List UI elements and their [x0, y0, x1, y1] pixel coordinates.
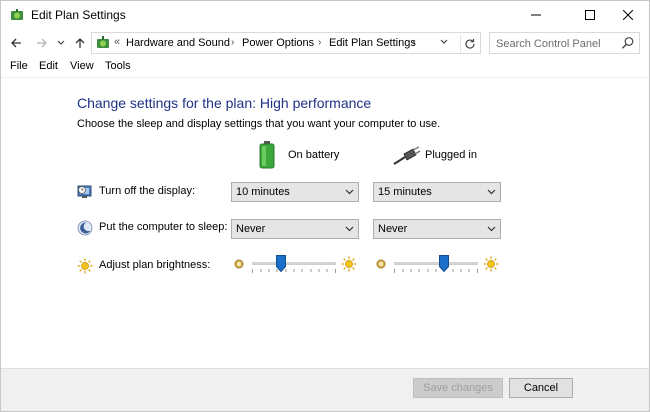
menu-tools[interactable]: Tools — [105, 60, 131, 72]
search-icon[interactable] — [621, 36, 635, 50]
back-button[interactable] — [7, 33, 25, 53]
sleep-moon-icon — [77, 220, 93, 236]
search-input[interactable] — [496, 36, 614, 51]
bright-brightness-icon — [341, 256, 357, 272]
up-arrow-icon — [75, 38, 85, 48]
sleep-on-battery-select[interactable]: Never — [231, 219, 359, 239]
display-plugged-in-value: 15 minutes — [378, 186, 432, 198]
breadcrumb-hardware-and-sound[interactable]: Hardware and Sound — [126, 37, 230, 49]
page-title: Change settings for the plan: High perfo… — [77, 95, 372, 111]
chevron-down-icon — [345, 226, 354, 232]
display-on-battery-value: 10 minutes — [236, 186, 290, 198]
control-panel-icon — [97, 36, 109, 48]
up-button[interactable] — [71, 33, 89, 53]
close-icon — [623, 10, 633, 20]
dim-brightness-icon — [234, 259, 244, 269]
bright-brightness-icon — [483, 256, 499, 272]
menu-bar: File Edit View Tools — [1, 58, 649, 76]
chevron-down-icon — [487, 189, 496, 195]
forward-button[interactable] — [33, 33, 51, 53]
close-button[interactable] — [605, 1, 650, 29]
dim-brightness-icon — [376, 259, 386, 269]
breadcrumb-separator-icon[interactable]: › — [412, 37, 415, 48]
brightness-sun-icon — [77, 258, 93, 274]
save-changes-button[interactable]: Save changes — [413, 378, 503, 398]
slider-thumb[interactable] — [439, 255, 450, 272]
adjust-plan-brightness-label: Adjust plan brightness: — [99, 259, 211, 271]
address-bar[interactable]: « Hardware and Sound › Power Options › E… — [91, 32, 481, 54]
breadcrumb-edit-plan-settings[interactable]: Edit Plan Settings — [329, 37, 416, 49]
navigation-bar: « Hardware and Sound › Power Options › E… — [1, 30, 649, 56]
breadcrumb-power-options[interactable]: Power Options — [242, 37, 314, 49]
minimize-button[interactable] — [513, 1, 559, 29]
menu-file[interactable]: File — [10, 60, 28, 72]
on-battery-label: On battery — [288, 149, 340, 161]
power-plug-icon — [393, 146, 421, 165]
sleep-plugged-in-select[interactable]: Never — [373, 219, 501, 239]
put-computer-to-sleep-label: Put the computer to sleep: — [99, 221, 228, 233]
maximize-icon — [585, 10, 595, 20]
sleep-on-battery-value: Never — [236, 223, 266, 235]
back-arrow-icon — [11, 38, 21, 48]
plugged-in-label: Plugged in — [425, 149, 477, 161]
address-overflow-marker[interactable]: « — [114, 36, 120, 48]
slider-thumb[interactable] — [276, 255, 287, 272]
breadcrumb-separator-icon[interactable]: › — [231, 37, 234, 48]
slider-track[interactable] — [394, 262, 478, 265]
refresh-button[interactable] — [460, 35, 478, 53]
chevron-down-icon — [487, 226, 496, 232]
display-plugged-in-select[interactable]: 15 minutes — [373, 182, 501, 202]
plan-settings-panel: Change settings for the plan: High perfo… — [1, 77, 649, 368]
menu-edit[interactable]: Edit — [39, 60, 58, 72]
breadcrumb-separator-icon[interactable]: › — [318, 37, 321, 48]
page-description: Choose the sleep and display settings th… — [77, 118, 441, 130]
recent-locations-button[interactable] — [55, 33, 67, 53]
chevron-down-icon — [57, 40, 65, 45]
forward-arrow-icon — [37, 38, 47, 48]
dialog-footer: Save changes Cancel — [1, 368, 649, 411]
chevron-down-icon — [440, 39, 448, 44]
power-options-icon — [11, 9, 23, 20]
battery-icon — [259, 141, 275, 169]
refresh-icon — [464, 39, 475, 49]
sleep-plugged-in-value: Never — [378, 223, 408, 235]
minimize-icon — [531, 14, 541, 16]
brightness-plugged-in-slider[interactable] — [375, 252, 499, 276]
display-on-battery-select[interactable]: 10 minutes — [231, 182, 359, 202]
slider-track[interactable] — [252, 262, 336, 265]
window-title: Edit Plan Settings — [31, 8, 126, 22]
title-bar: Edit Plan Settings — [1, 1, 649, 29]
search-box[interactable] — [489, 32, 640, 54]
slider-ticks — [252, 269, 336, 273]
chevron-down-icon — [345, 189, 354, 195]
slider-ticks — [394, 269, 478, 273]
brightness-on-battery-slider[interactable] — [233, 252, 357, 276]
display-timer-icon — [77, 185, 92, 198]
cancel-button[interactable]: Cancel — [509, 378, 573, 398]
turn-off-display-label: Turn off the display: — [99, 185, 195, 197]
address-dropdown-button[interactable] — [440, 37, 452, 51]
edit-plan-settings-window: Edit Plan Settings « Hardware and Sound … — [0, 0, 650, 412]
menu-view[interactable]: View — [70, 60, 94, 72]
